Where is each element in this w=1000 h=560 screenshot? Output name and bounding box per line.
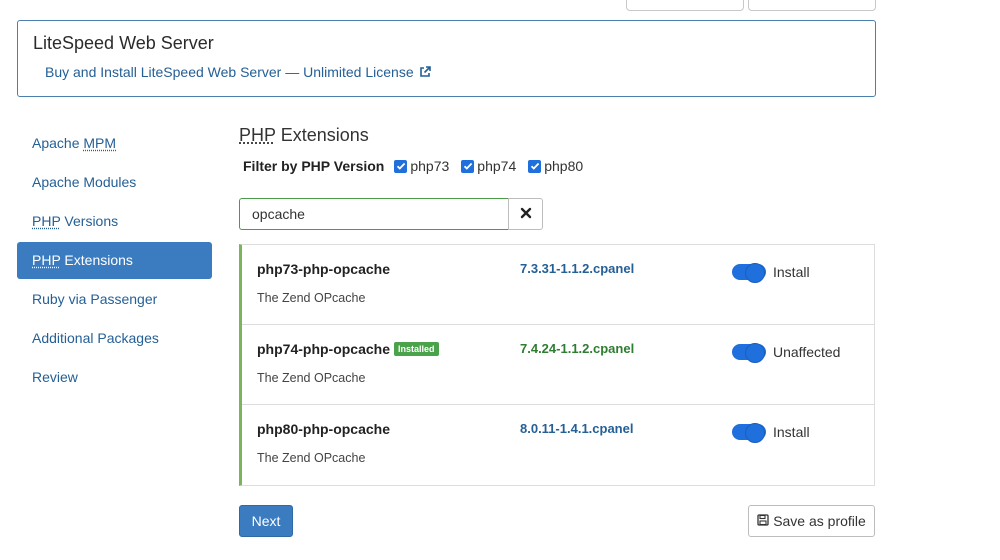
sidebar-item-label: Review (32, 369, 78, 385)
sidebar-item-php-versions[interactable]: PHP Versions (17, 203, 212, 240)
filter-label: Filter by PHP Version (243, 158, 385, 174)
sidebar-item-label: Ruby via Passenger (32, 291, 158, 307)
filter-php74-checkbox[interactable]: php74 (461, 158, 516, 174)
package-name-text: php80-php-opcache (257, 421, 391, 437)
sidebar-item-php-extensions[interactable]: PHP Extensions (17, 242, 212, 279)
page-title: PHP Extensions (239, 125, 369, 146)
license-link-label: Buy and Install LiteSpeed Web Server — U… (45, 64, 414, 80)
litespeed-license-link[interactable]: Buy and Install LiteSpeed Web Server — U… (45, 64, 432, 80)
package-version: 7.4.24-1.1.2.cpanel (520, 341, 635, 356)
close-icon (520, 206, 532, 222)
save-as-profile-button[interactable]: Save as profile (748, 505, 875, 537)
toggle-switch[interactable] (732, 423, 766, 443)
sidebar-item-label: Apache (32, 135, 84, 151)
sidebar-item-label: Additional Packages (32, 330, 159, 346)
checkbox-checked-icon[interactable] (461, 159, 475, 173)
sidebar-item-apache-mpm[interactable]: Apache MPM (17, 125, 212, 162)
filter-php80-checkbox[interactable]: php80 (528, 158, 583, 174)
page-title-abbr: PHP (239, 125, 276, 145)
installed-badge: Installed (394, 342, 439, 356)
sidebar-item-abbr: PHP (32, 213, 61, 229)
top-toolbar-button-2[interactable] (748, 0, 876, 11)
sidebar-item-label: Extensions (60, 252, 133, 268)
package-description: The Zend OPcache (257, 291, 366, 305)
package-name: php80-php-opcache (257, 421, 390, 437)
filter-php73-checkbox[interactable]: php73 (394, 158, 449, 174)
clear-search-button[interactable] (508, 198, 543, 230)
package-version: 7.3.31-1.1.2.cpanel (520, 261, 635, 276)
package-action-label: Install (773, 264, 810, 280)
top-toolbar-button-1[interactable] (626, 0, 744, 11)
sidebar-item-label: Apache Modules (32, 174, 137, 190)
sidebar-item-label: Versions (60, 213, 119, 229)
checkbox-checked-icon[interactable] (528, 159, 542, 173)
sidebar-item-abbr: MPM (83, 135, 117, 151)
filter-option-label: php80 (544, 158, 584, 174)
page-title-text: Extensions (275, 125, 369, 145)
checkbox-checked-icon[interactable] (394, 159, 408, 173)
sidebar-item-additional-packages[interactable]: Additional Packages (17, 320, 212, 357)
sidebar-item-review[interactable]: Review (17, 359, 212, 396)
sidebar-item-ruby-via-passenger[interactable]: Ruby via Passenger (17, 281, 212, 318)
package-row: php80-php-opcache The Zend OPcache 8.0.1… (242, 405, 874, 485)
package-action-label: Install (773, 424, 810, 440)
package-action-toggle[interactable]: Unaffected (732, 343, 841, 363)
php-version-filter: Filter by PHP Version php73 php74 php80 (243, 158, 595, 174)
toggle-switch[interactable] (732, 343, 766, 363)
package-row: php74-php-opcache Installed The Zend OPc… (242, 325, 874, 405)
external-link-icon (418, 65, 432, 79)
panel-title: LiteSpeed Web Server (33, 33, 214, 53)
package-action-toggle[interactable]: Install (732, 423, 810, 443)
package-version: 8.0.11-1.4.1.cpanel (520, 421, 634, 436)
package-action-label: Unaffected (773, 344, 841, 360)
filter-option-label: php74 (477, 158, 517, 174)
package-name-text: php74-php-opcache (257, 341, 391, 357)
package-results-list: php73-php-opcache The Zend OPcache 7.3.3… (239, 244, 875, 486)
search-input[interactable] (239, 198, 508, 230)
package-description: The Zend OPcache (257, 371, 366, 385)
sidebar-item-apache-modules[interactable]: Apache Modules (17, 164, 212, 201)
package-name: php73-php-opcache (257, 261, 390, 277)
search-box (239, 198, 543, 230)
save-button-label: Save as profile (773, 513, 866, 529)
save-icon (757, 513, 769, 529)
package-name-text: php73-php-opcache (257, 261, 391, 277)
package-name: php74-php-opcache Installed (257, 341, 439, 357)
sidebar-nav: Apache MPM Apache Modules PHP Versions P… (17, 125, 212, 398)
next-button[interactable]: Next (239, 505, 293, 537)
sidebar-item-abbr: PHP (32, 252, 61, 268)
toggle-switch[interactable] (732, 263, 766, 283)
package-description: The Zend OPcache (257, 451, 366, 465)
filter-option-label: php73 (410, 158, 450, 174)
package-action-toggle[interactable]: Install (732, 263, 810, 283)
package-row: php73-php-opcache The Zend OPcache 7.3.3… (242, 245, 874, 325)
litespeed-panel: LiteSpeed Web Server Buy and Install Lit… (17, 20, 876, 97)
